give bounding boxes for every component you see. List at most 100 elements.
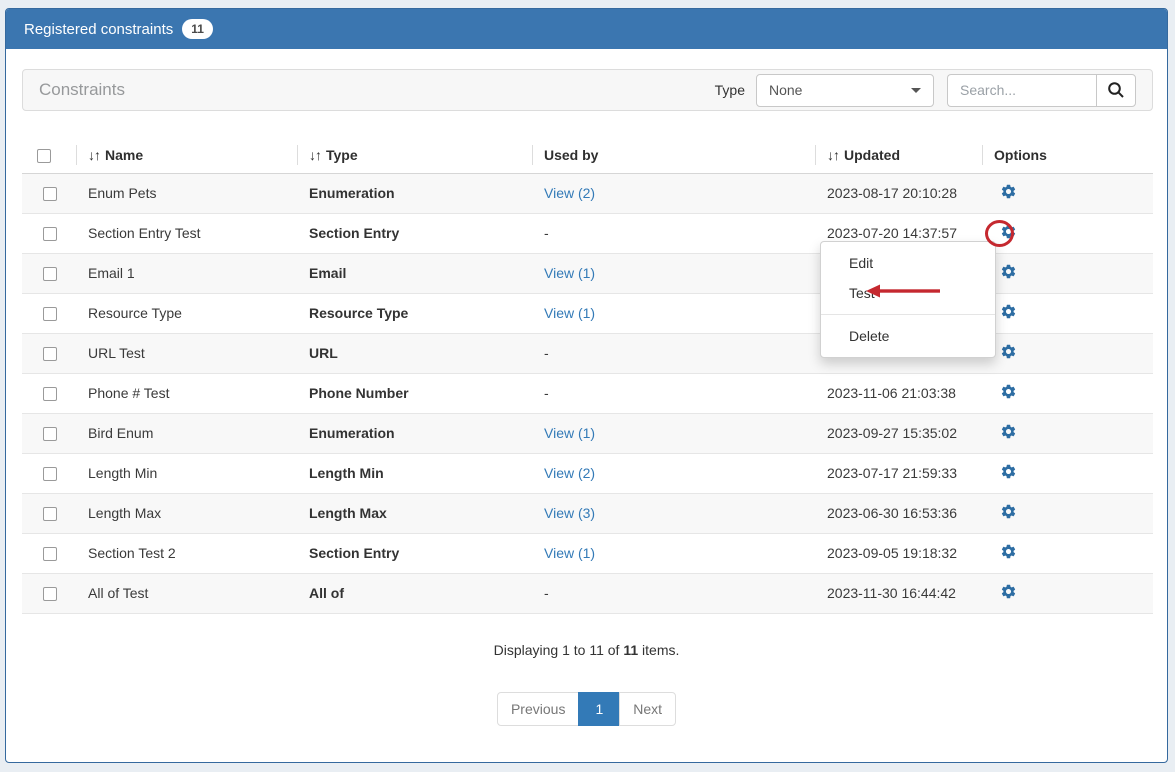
row-checkbox[interactable] — [43, 227, 57, 241]
row-checkbox-cell — [22, 533, 76, 573]
menu-divider — [821, 314, 995, 315]
row-checkbox[interactable] — [43, 427, 57, 441]
options-gear-button[interactable] — [1000, 503, 1017, 520]
type-select[interactable]: None — [756, 74, 934, 107]
page: { "header": { "title": "Registered const… — [0, 0, 1175, 772]
row-options-cell — [982, 533, 1153, 573]
options-gear-button[interactable] — [1000, 183, 1017, 200]
row-checkbox[interactable] — [43, 387, 57, 401]
used-by-link[interactable]: View (2) — [544, 185, 595, 201]
row-updated: 2023-07-17 21:59:33 — [815, 453, 982, 493]
row-name: Resource Type — [76, 293, 297, 333]
used-by-link[interactable]: View (1) — [544, 305, 595, 321]
toolbar-title: Constraints — [39, 80, 125, 100]
row-used-by-cell: View (2) — [532, 453, 815, 493]
row-checkbox-cell — [22, 293, 76, 333]
row-checkbox-cell — [22, 493, 76, 533]
row-checkbox-cell — [22, 373, 76, 413]
sort-icon[interactable]: ↓↑ — [88, 147, 100, 163]
row-type: Length Min — [297, 453, 532, 493]
options-gear-button[interactable] — [1000, 383, 1017, 400]
row-updated: 2023-11-30 16:44:42 — [815, 573, 982, 613]
menu-item-delete[interactable]: Delete — [821, 321, 995, 351]
column-header-name[interactable]: ↓↑Name — [76, 137, 297, 173]
used-by-link[interactable]: View (2) — [544, 465, 595, 481]
column-header-type[interactable]: ↓↑Type — [297, 137, 532, 173]
row-type: URL — [297, 333, 532, 373]
row-options-cell — [982, 493, 1153, 533]
row-checkbox[interactable] — [43, 307, 57, 321]
gear-icon — [1000, 463, 1017, 480]
row-updated: 2023-09-05 19:18:32 — [815, 533, 982, 573]
row-checkbox[interactable] — [43, 587, 57, 601]
table-row: Length Min Length Min View (2) 2023-07-1… — [22, 453, 1153, 493]
sort-icon[interactable]: ↓↑ — [827, 147, 839, 163]
row-checkbox[interactable] — [43, 467, 57, 481]
row-type: All of — [297, 573, 532, 613]
row-options-menu: Edit Test Delete — [820, 241, 996, 358]
row-used-by-cell: - — [532, 333, 815, 373]
row-options-cell — [982, 373, 1153, 413]
used-by-link[interactable]: View (3) — [544, 505, 595, 521]
row-type: Length Max — [297, 493, 532, 533]
select-all-checkbox[interactable] — [37, 149, 51, 163]
row-checkbox-cell — [22, 253, 76, 293]
constraints-panel: Registered constraints 11 Constraints Ty… — [5, 8, 1168, 763]
column-header-updated[interactable]: ↓↑Updated — [815, 137, 982, 173]
table-row: All of Test All of - 2023-11-30 16:44:42 — [22, 573, 1153, 613]
row-used-by-cell: - — [532, 213, 815, 253]
used-by-link: - — [544, 385, 549, 401]
table-header-row: ↓↑Name ↓↑Type Used by ↓↑Updated Options — [22, 137, 1153, 173]
gear-icon — [1000, 343, 1017, 360]
row-used-by-cell: - — [532, 373, 815, 413]
row-checkbox[interactable] — [43, 187, 57, 201]
search-input[interactable] — [947, 74, 1096, 107]
used-by-link[interactable]: View (1) — [544, 265, 595, 281]
row-used-by-cell: View (2) — [532, 173, 815, 213]
row-name: URL Test — [76, 333, 297, 373]
table-row: Length Max Length Max View (3) 2023-06-3… — [22, 493, 1153, 533]
used-by-link[interactable]: View (1) — [544, 545, 595, 561]
used-by-link[interactable]: View (1) — [544, 425, 595, 441]
table-row: Bird Enum Enumeration View (1) 2023-09-2… — [22, 413, 1153, 453]
options-gear-button[interactable] — [1000, 223, 1017, 240]
options-gear-button[interactable] — [1000, 263, 1017, 280]
row-options-cell — [982, 253, 1153, 293]
row-checkbox[interactable] — [43, 347, 57, 361]
row-options-cell — [982, 213, 1153, 253]
row-options-cell — [982, 293, 1153, 333]
pagination-next[interactable]: Next — [619, 692, 676, 726]
row-options-cell — [982, 413, 1153, 453]
chevron-down-icon — [911, 88, 921, 93]
row-checkbox[interactable] — [43, 267, 57, 281]
type-filter-label: Type — [715, 82, 745, 98]
sort-icon[interactable]: ↓↑ — [309, 147, 321, 163]
gear-icon — [1000, 223, 1017, 240]
pagination-previous[interactable]: Previous — [497, 692, 579, 726]
options-gear-button[interactable] — [1000, 423, 1017, 440]
gear-icon — [1000, 383, 1017, 400]
constraints-table: ↓↑Name ↓↑Type Used by ↓↑Updated Options — [22, 137, 1153, 614]
row-used-by-cell: View (1) — [532, 413, 815, 453]
display-info: Displaying 1 to 11 of 11 items. — [6, 642, 1167, 658]
row-name: Section Entry Test — [76, 213, 297, 253]
row-checkbox[interactable] — [43, 547, 57, 561]
options-gear-button[interactable] — [1000, 543, 1017, 560]
row-used-by-cell: View (1) — [532, 533, 815, 573]
options-gear-button[interactable] — [1000, 583, 1017, 600]
row-name: Email 1 — [76, 253, 297, 293]
row-used-by-cell: - — [532, 573, 815, 613]
row-name: Bird Enum — [76, 413, 297, 453]
gear-icon — [1000, 183, 1017, 200]
row-checkbox[interactable] — [43, 507, 57, 521]
options-gear-button[interactable] — [1000, 303, 1017, 320]
pagination-page-1[interactable]: 1 — [578, 692, 620, 726]
type-select-value: None — [769, 82, 802, 98]
options-gear-button[interactable] — [1000, 343, 1017, 360]
gear-icon — [1000, 583, 1017, 600]
row-name: Enum Pets — [76, 173, 297, 213]
options-gear-button[interactable] — [1000, 463, 1017, 480]
menu-item-edit[interactable]: Edit — [821, 248, 995, 278]
menu-item-test[interactable]: Test — [821, 278, 995, 308]
search-button[interactable] — [1096, 74, 1136, 107]
